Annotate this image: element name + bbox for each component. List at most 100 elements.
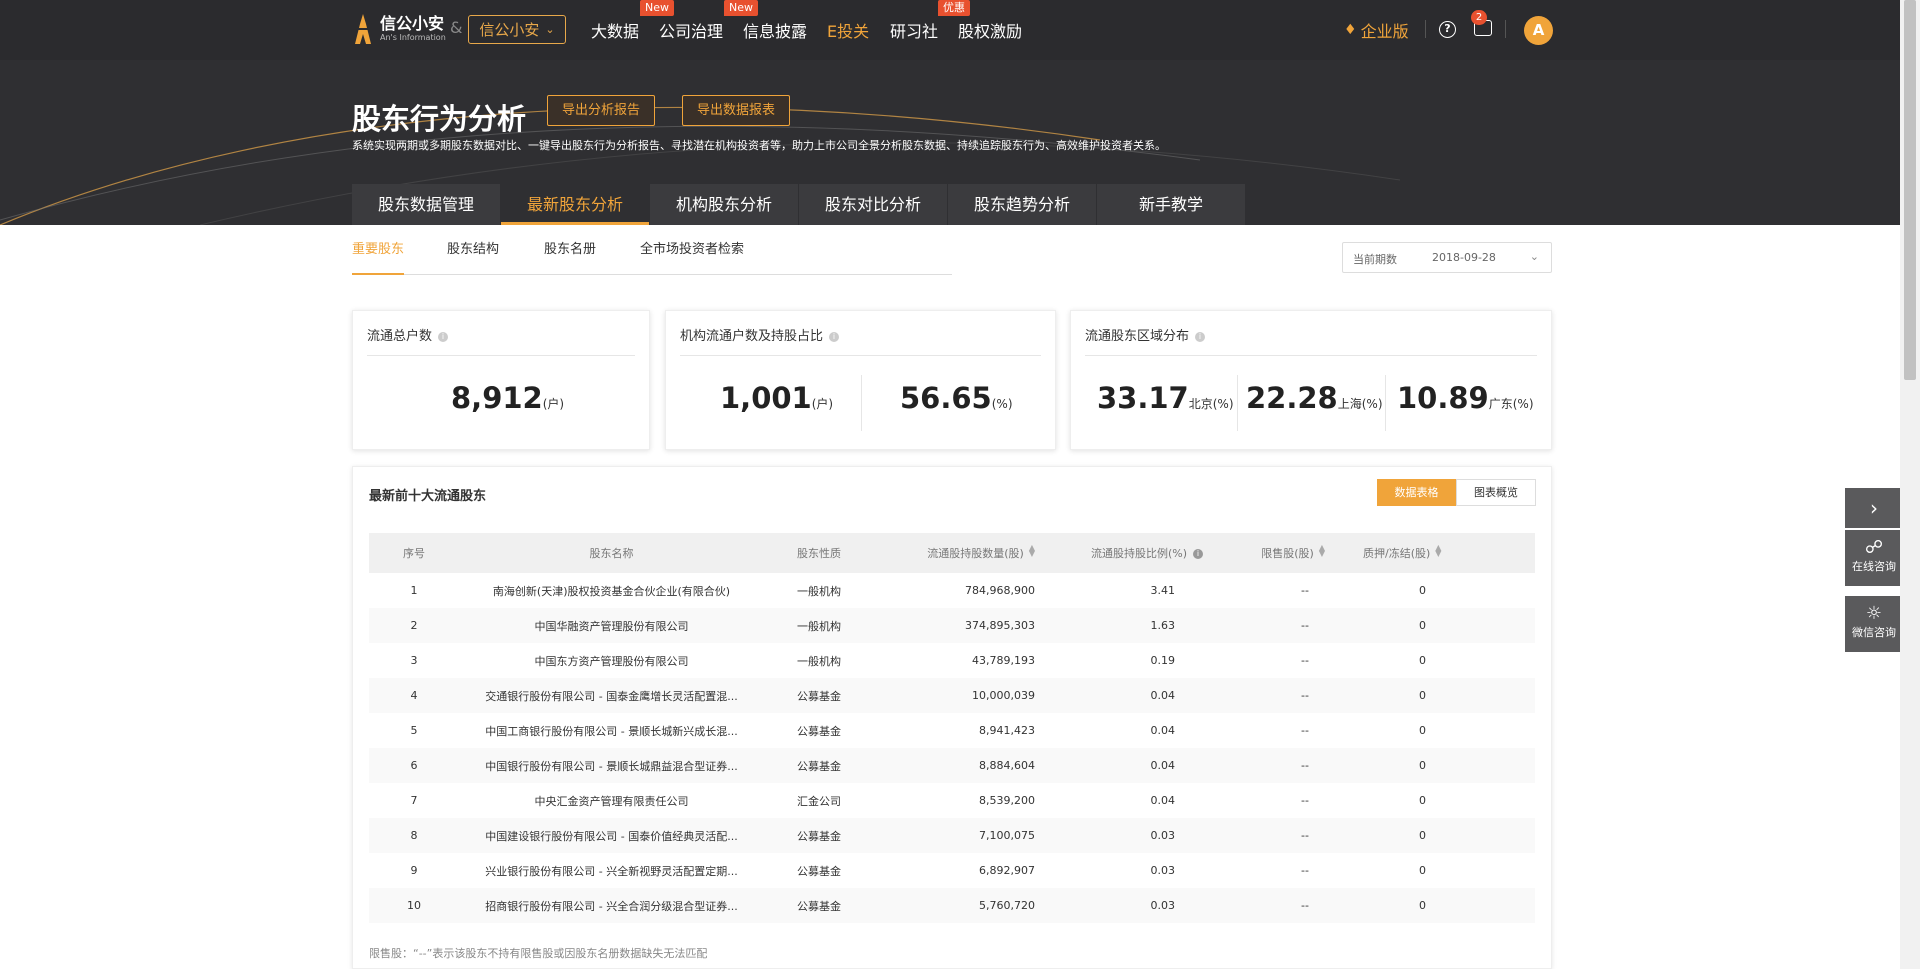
divider — [1237, 375, 1238, 431]
cell-index: 4 — [410, 689, 418, 702]
discount-badge: 优惠 — [938, 0, 970, 16]
table-row[interactable]: 3 中国东方资产管理股份有限公司 一般机构 43,789,193 0.19 -- 0 — [369, 643, 1535, 678]
subtab-major-shareholders[interactable]: 重要股东 — [352, 238, 405, 275]
nav-corporate-governance[interactable]: 公司治理 — [659, 18, 723, 42]
divider — [1425, 20, 1426, 38]
card-title: 机构流通户数及持股占比 i — [680, 325, 840, 344]
sort-icon[interactable]: ▲ ▼ — [1435, 544, 1441, 558]
sort-icon[interactable]: ▲ ▼ — [1319, 544, 1325, 558]
sort-icon[interactable]: ▲ ▼ — [1029, 544, 1035, 558]
user-avatar[interactable]: A — [1524, 16, 1553, 45]
tab-shareholder-data-management[interactable]: 股东数据管理 — [352, 184, 500, 225]
metric-value: 1,001 — [720, 381, 812, 415]
top-navbar: 信公小安 An's Information & 信公小安 ⌄ 大数据 公司治理 … — [0, 0, 1900, 60]
info-icon[interactable]: i — [1195, 332, 1206, 342]
cell-shares: 5,760,720 — [979, 899, 1035, 912]
cell-holder-name: 招商银行股份有限公司 - 兴全合润分级混合型证券... — [485, 899, 738, 913]
table-body: 1 南海创新(天津)股权投资基金合伙企业(有限合伙) 一般机构 784,968,900… — [369, 573, 1535, 923]
column-header-restricted[interactable]: 限售股(股) ▲ ▼ — [1209, 533, 1339, 573]
metric-institution-count: 1,001(户) — [720, 381, 833, 415]
column-header-pledged[interactable]: 质押/冻结(股) ▲ ▼ — [1339, 533, 1535, 573]
cell-pledged: 0 — [1419, 584, 1426, 597]
cell-holder-type: 公募基金 — [797, 899, 841, 913]
card-title: 流通总户数 i — [367, 325, 449, 344]
tab-tutorial[interactable]: 新手教学 — [1097, 184, 1245, 225]
table-row[interactable]: 7 中央汇金资产管理有限责任公司 汇金公司 8,539,200 0.04 -- 0 — [369, 783, 1535, 818]
scrollbar[interactable] — [1900, 0, 1920, 969]
cell-shares: 374,895,303 — [965, 619, 1035, 632]
tab-latest-shareholder-analysis[interactable]: 最新股东分析 — [501, 184, 649, 225]
cell-holder-name: 交通银行股份有限公司 - 国泰金鹰增长灵活配置混... — [485, 689, 738, 703]
message-count-badge: 2 — [1471, 10, 1487, 25]
brand-logo-link[interactable]: 信公小安 An's Information — [352, 14, 446, 44]
tab-institutional-analysis[interactable]: 机构股东分析 — [650, 184, 798, 225]
tab-trend-analysis[interactable]: 股东趋势分析 — [948, 184, 1096, 225]
main-tabs: 股东数据管理 最新股东分析 机构股东分析 股东对比分析 股东趋势分析 新手教学 — [352, 184, 1246, 225]
cell-holder-type: 公募基金 — [797, 864, 841, 878]
cell-holder-name: 中国东方资产管理股份有限公司 — [534, 654, 689, 668]
tower-logo-icon — [355, 14, 371, 44]
subtab-shareholder-register[interactable]: 股东名册 — [544, 238, 596, 275]
cell-holder-name: 中国建设银行股份有限公司 - 国泰价值经典灵活配... — [485, 829, 738, 843]
wechat-icon: ☼ — [1865, 603, 1883, 624]
cell-ratio: 0.03 — [1150, 864, 1176, 877]
online-consult-label: 在线咨询 — [1852, 560, 1896, 573]
subtab-market-investor-search[interactable]: 全市场投资者检索 — [640, 238, 744, 275]
period-select[interactable]: 当前期数 2018-09-28 ⌄ — [1342, 242, 1552, 273]
card-total-holders: 流通总户数 i 8,912(户) — [352, 310, 650, 450]
table-header-row: 序号 股东名称 股东性质 流通股持股数量(股) ▲ ▼ 流通股持股比例(%) i 限售… — [369, 533, 1535, 573]
tab-comparison-analysis[interactable]: 股东对比分析 — [799, 184, 947, 225]
table-row[interactable]: 2 中国华融资产管理股份有限公司 一般机构 374,895,303 1.63 -- 0 — [369, 608, 1535, 643]
column-header-label: 流通股持股数量(股) — [927, 547, 1024, 560]
top-ten-holders-panel: 最新前十大流通股东 数据表格 图表概览 序号 股东名称 股东性质 流通股持股数量… — [352, 466, 1552, 969]
help-icon[interactable]: ? — [1439, 21, 1456, 38]
headset-icon: ☍ — [1864, 537, 1884, 558]
cell-holder-name: 兴业银行股份有限公司 - 兴全新视野灵活配置定期... — [485, 864, 738, 878]
table-row[interactable]: 10 招商银行股份有限公司 - 兴全合润分级混合型证券... 公募基金 5,760,7… — [369, 888, 1535, 923]
chevron-right-icon: › — [1870, 496, 1878, 520]
data-table-toggle[interactable]: 数据表格 — [1377, 479, 1456, 506]
table-row[interactable]: 6 中国银行股份有限公司 - 景顺长城鼎益混合型证券... 公募基金 8,884,60… — [369, 748, 1535, 783]
subtab-shareholder-structure[interactable]: 股东结构 — [447, 238, 499, 275]
metric-region-guangdong: 10.89广东(%) — [1397, 381, 1534, 415]
product-select[interactable]: 信公小安 ⌄ — [468, 15, 566, 44]
info-icon[interactable]: i — [829, 332, 840, 342]
column-header-shares[interactable]: 流通股持股数量(股) ▲ ▼ — [874, 533, 1049, 573]
export-report-button[interactable]: 导出分析报告 — [547, 95, 656, 126]
export-data-button[interactable]: 导出数据报表 — [682, 95, 791, 126]
enterprise-edition-link[interactable]: ♦ 企业版 — [1344, 18, 1409, 42]
cell-holder-type: 公募基金 — [797, 829, 841, 843]
cell-restricted: -- — [1301, 759, 1309, 772]
card-title: 流通股东区域分布 i — [1085, 325, 1206, 344]
hero-banner: 股东行为分析 导出分析报告 导出数据报表 系统实现两期或多期股东数据对比、一键导… — [0, 60, 1900, 225]
table-row[interactable]: 8 中国建设银行股份有限公司 - 国泰价值经典灵活配... 公募基金 7,100,07… — [369, 818, 1535, 853]
card-title-text: 机构流通户数及持股占比 — [680, 329, 824, 344]
cell-ratio: 1.63 — [1150, 619, 1176, 632]
nav-info-disclosure[interactable]: 信息披露 — [743, 18, 807, 42]
cell-ratio: 0.04 — [1150, 759, 1176, 772]
info-icon[interactable]: i — [438, 332, 449, 342]
column-header-label: 序号 — [403, 547, 425, 560]
wechat-consult-button[interactable]: ☼ 微信咨询 — [1845, 596, 1903, 652]
nav-e-investor-relations[interactable]: E投关 — [827, 18, 869, 42]
table-row[interactable]: 4 交通银行股份有限公司 - 国泰金鹰增长灵活配置混... 公募基金 10,000,0… — [369, 678, 1535, 713]
table-row[interactable]: 9 兴业银行股份有限公司 - 兴全新视野灵活配置定期... 公募基金 6,892,90… — [369, 853, 1535, 888]
cell-ratio: 0.03 — [1150, 899, 1176, 912]
table-row[interactable]: 5 中国工商银行股份有限公司 - 景顺长城新兴成长混... 公募基金 8,941,42… — [369, 713, 1535, 748]
nav-equity-incentive[interactable]: 股权激励 — [958, 18, 1022, 42]
period-value: 2018-09-28 — [1432, 251, 1496, 264]
column-header-ratio[interactable]: 流通股持股比例(%) i — [1049, 533, 1209, 573]
scroll-thumb[interactable] — [1904, 0, 1916, 380]
metric-unit: 上海(%) — [1337, 397, 1383, 411]
collapse-float-button[interactable]: › — [1845, 488, 1903, 528]
table-row[interactable]: 1 南海创新(天津)股权投资基金合伙企业(有限合伙) 一般机构 784,968,900… — [369, 573, 1535, 608]
cell-pledged: 0 — [1419, 689, 1426, 702]
sub-tabs: 重要股东 股东结构 股东名册 全市场投资者检索 — [352, 238, 952, 275]
nav-academy[interactable]: 研习社 — [890, 18, 938, 42]
chart-overview-toggle[interactable]: 图表概览 — [1456, 479, 1536, 506]
column-header-type: 股东性质 — [764, 533, 874, 573]
cell-ratio: 0.04 — [1150, 724, 1176, 737]
info-icon[interactable]: i — [1193, 549, 1203, 559]
nav-big-data[interactable]: 大数据 — [591, 18, 639, 42]
online-consult-button[interactable]: ☍ 在线咨询 — [1845, 530, 1903, 586]
